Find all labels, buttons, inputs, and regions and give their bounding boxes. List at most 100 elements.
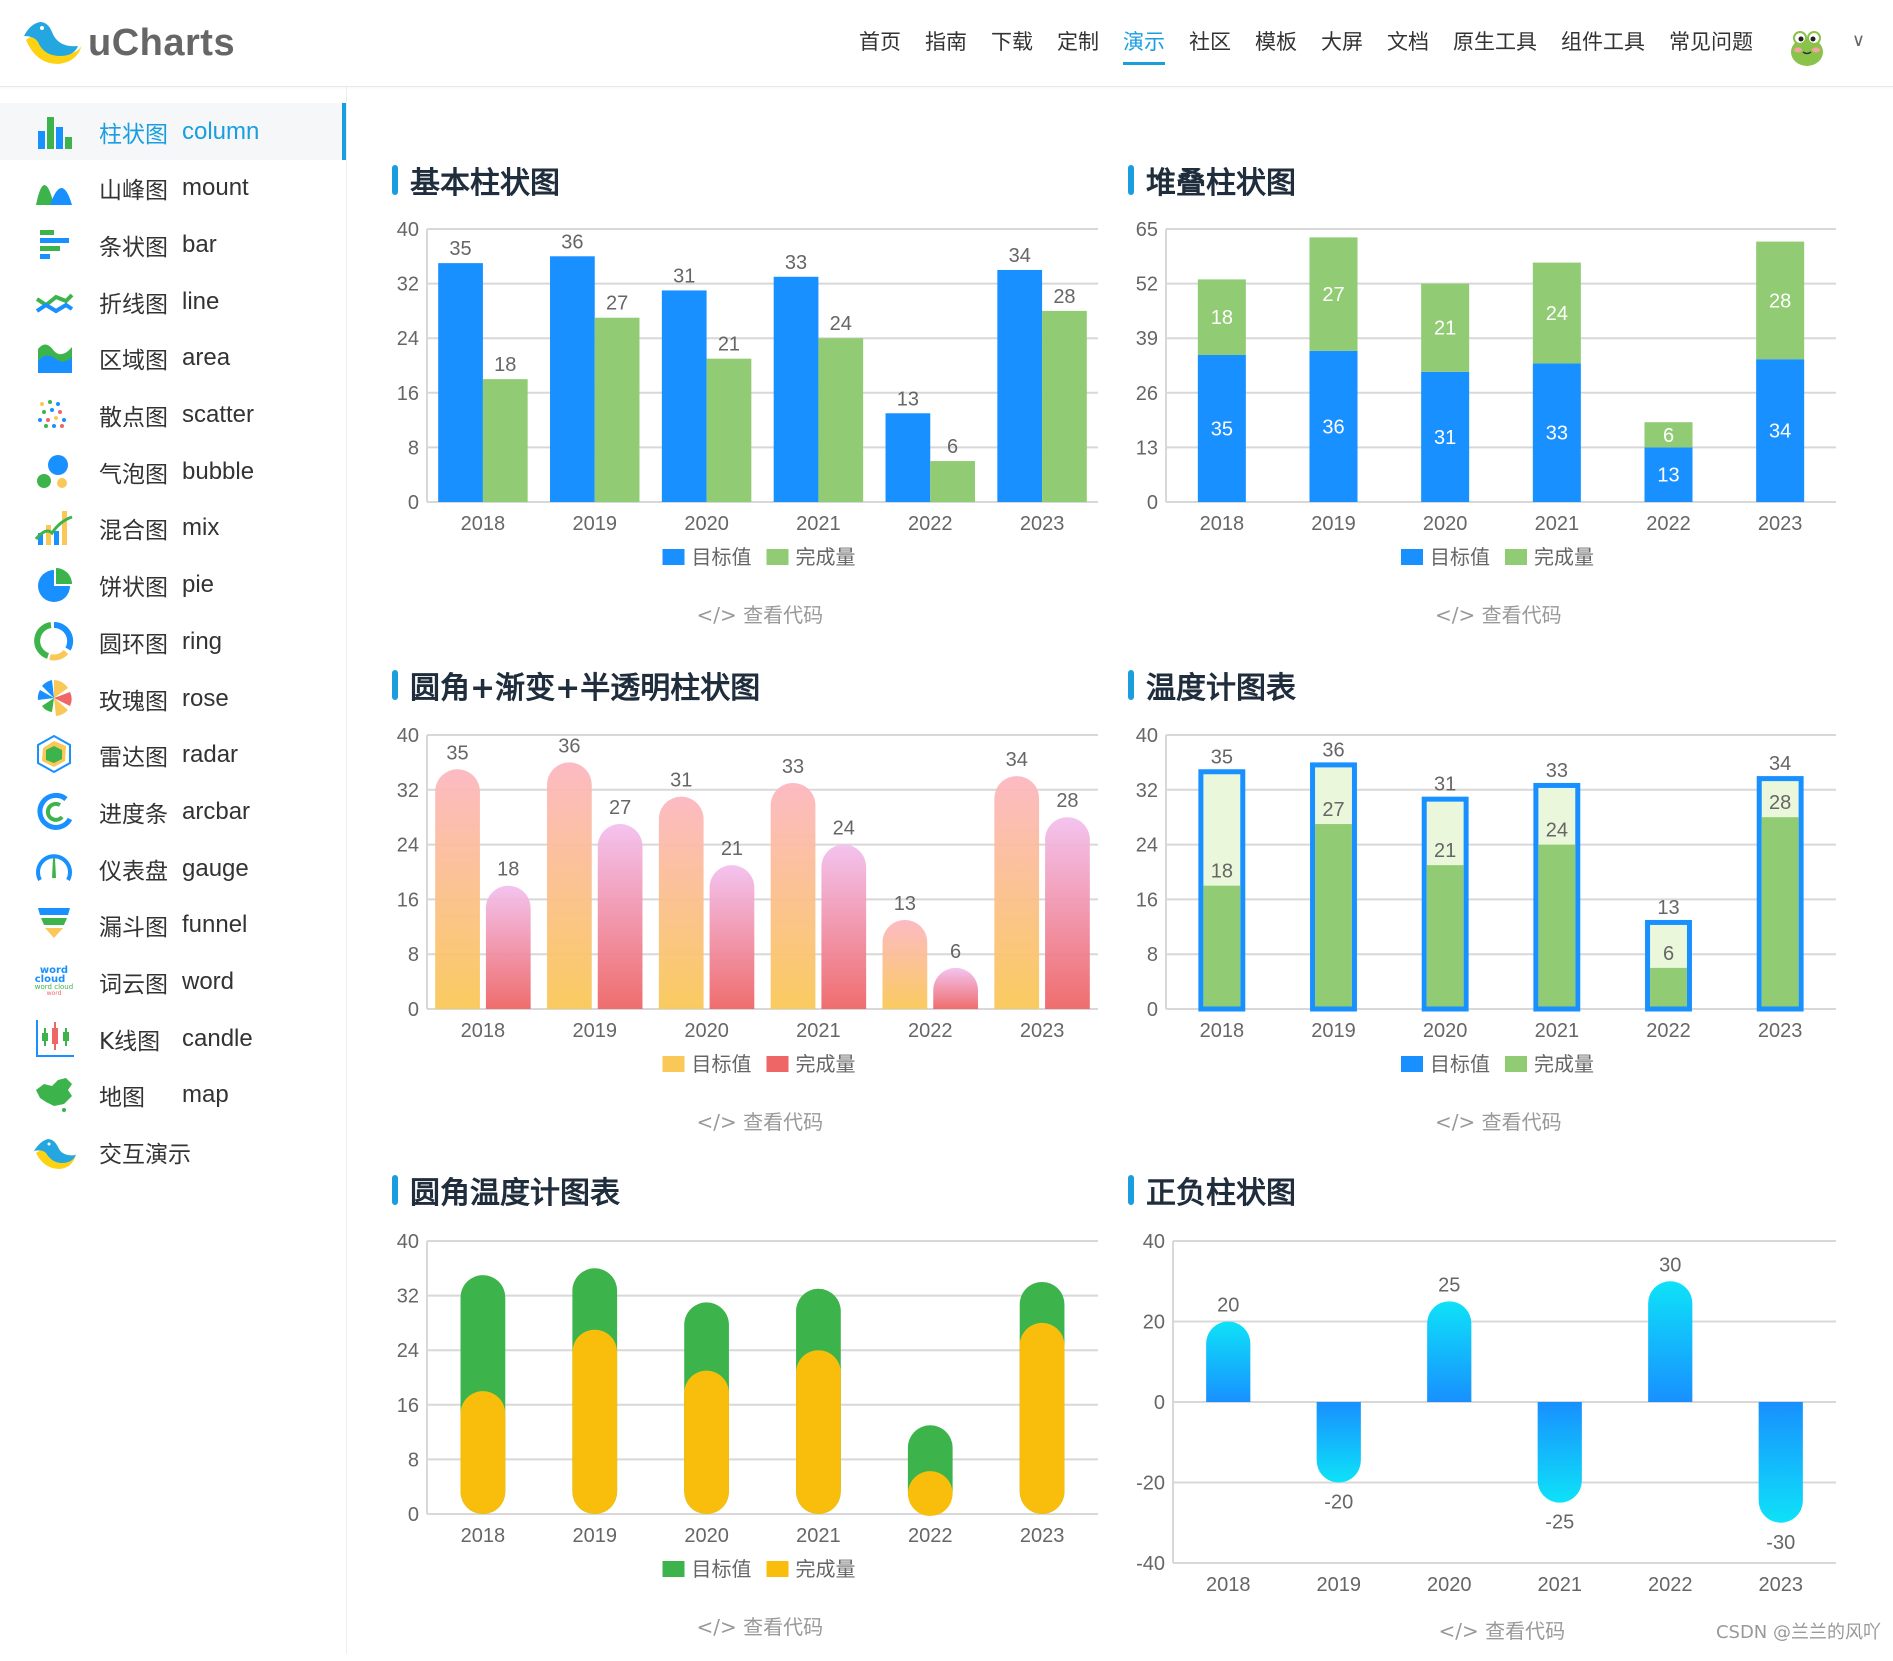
nav-item-6[interactable]: 模板 bbox=[1255, 26, 1297, 65]
sidebar-item-en-label: gauge bbox=[182, 855, 249, 883]
map-icon bbox=[34, 1074, 76, 1116]
svg-text:word: word bbox=[47, 990, 62, 997]
nav-item-5[interactable]: 社区 bbox=[1189, 26, 1231, 65]
sidebar-item-rose[interactable]: 玫瑰图rose bbox=[0, 670, 346, 727]
legend-swatch bbox=[1401, 1056, 1423, 1072]
data-label: 24 bbox=[833, 818, 855, 840]
bar-target bbox=[883, 920, 928, 1009]
sidebar-item-pie[interactable]: 饼状图pie bbox=[0, 557, 346, 614]
data-label: 31 bbox=[1434, 774, 1456, 796]
y-tick-label: 40 bbox=[397, 1231, 419, 1253]
sidebar-item-interactive-demo[interactable]: 交互演示 bbox=[0, 1124, 346, 1181]
data-label: 18 bbox=[497, 859, 519, 881]
bar-positive bbox=[1648, 1281, 1692, 1402]
x-tick-label: 2018 bbox=[461, 1020, 506, 1042]
chart-title: 基本柱状图 bbox=[392, 162, 560, 198]
sidebar-item-scatter[interactable]: 散点图scatter bbox=[0, 387, 346, 444]
sidebar-item-radar[interactable]: 雷达图radar bbox=[0, 727, 346, 784]
legend-label: 目标值 bbox=[692, 546, 752, 569]
radar-chart-icon bbox=[34, 734, 76, 776]
sidebar-item-ring[interactable]: 圆环图ring bbox=[0, 613, 346, 670]
nav-item-7[interactable]: 大屏 bbox=[1321, 26, 1363, 65]
nav-item-3[interactable]: 定制 bbox=[1057, 26, 1099, 65]
data-label: 36 bbox=[561, 231, 583, 253]
chevron-down-icon[interactable]: ∨ bbox=[1852, 30, 1865, 51]
bar-actual bbox=[933, 968, 978, 1009]
chart-title: 正负柱状图 bbox=[1128, 1172, 1296, 1208]
sidebar-item-area[interactable]: 区域图area bbox=[0, 330, 346, 387]
data-label: 33 bbox=[1546, 760, 1568, 782]
sidebar-item-map[interactable]: 地图map bbox=[0, 1067, 346, 1124]
view-code-link[interactable]: </> 查看代码 bbox=[697, 599, 824, 628]
nav-item-8[interactable]: 文档 bbox=[1387, 26, 1429, 65]
sidebar-item-word[interactable]: wordcloudword cloudword词云图word bbox=[0, 954, 346, 1011]
nav-item-11[interactable]: 常见问题 bbox=[1669, 26, 1753, 65]
view-code-link[interactable]: </> 查看代码 bbox=[1435, 599, 1562, 628]
sidebar-item-gauge[interactable]: 仪表盘 gauge bbox=[0, 840, 346, 897]
chart-legend: 目标值完成量 bbox=[1401, 546, 1594, 569]
y-tick-label: 16 bbox=[397, 889, 419, 911]
view-code-link[interactable]: </> 查看代码 bbox=[697, 1106, 824, 1135]
sidebar-item-line[interactable]: 折线图line bbox=[0, 273, 346, 330]
y-tick-label: 40 bbox=[397, 725, 419, 747]
data-label: 36 bbox=[1322, 416, 1344, 438]
bar-target bbox=[438, 263, 483, 502]
nav-item-0[interactable]: 首页 bbox=[859, 26, 901, 65]
x-tick-label: 2023 bbox=[1020, 1525, 1064, 1547]
sidebar-item-label: 饼状图 bbox=[99, 568, 168, 602]
bar-target bbox=[659, 797, 704, 1009]
nav-item-4[interactable]: 演示 bbox=[1123, 26, 1165, 65]
title-accent-bar bbox=[1128, 670, 1134, 700]
nav-item-1[interactable]: 指南 bbox=[925, 26, 967, 65]
sidebar-item-funnel[interactable]: 漏斗图funnel bbox=[0, 897, 346, 954]
data-label: 28 bbox=[1056, 790, 1078, 812]
sidebar-item-label: 地图 bbox=[99, 1078, 145, 1112]
sidebar-item-en-label: column bbox=[182, 118, 259, 146]
sidebar-item-label: 仪表盘 bbox=[99, 852, 168, 886]
logo[interactable]: uCharts bbox=[22, 18, 235, 68]
frog-avatar-icon[interactable] bbox=[1783, 22, 1831, 70]
nav-item-2[interactable]: 下载 bbox=[991, 26, 1033, 65]
legend-label: 完成量 bbox=[796, 1558, 856, 1581]
sidebar-item-candle[interactable]: K线图candle bbox=[0, 1010, 346, 1067]
y-tick-label: 0 bbox=[408, 1504, 419, 1526]
data-label: 21 bbox=[1434, 840, 1456, 862]
sidebar-item-mix[interactable]: 混合图mix bbox=[0, 500, 346, 557]
x-tick-label: 2018 bbox=[461, 1525, 506, 1547]
y-tick-label: 16 bbox=[397, 383, 419, 405]
y-tick-label: 8 bbox=[408, 437, 419, 459]
line-chart-icon bbox=[34, 281, 76, 323]
main-nav: 首页指南下载定制演示社区模板大屏文档原生工具组件工具常见问题 bbox=[835, 26, 1753, 65]
x-tick-label: 2021 bbox=[1538, 1574, 1583, 1596]
data-label: 36 bbox=[1322, 739, 1344, 761]
x-tick-label: 2019 bbox=[1311, 513, 1356, 535]
nav-item-10[interactable]: 组件工具 bbox=[1561, 26, 1645, 65]
x-tick-label: 2020 bbox=[684, 1525, 729, 1547]
bar-actual bbox=[710, 865, 755, 1009]
data-label: -25 bbox=[1545, 1512, 1574, 1534]
sidebar-item-bar[interactable]: 条状图bar bbox=[0, 216, 346, 273]
x-tick-label: 2020 bbox=[684, 513, 729, 535]
view-code-link[interactable]: </> 查看代码 bbox=[1435, 1106, 1562, 1135]
legend-swatch bbox=[767, 1561, 789, 1577]
nav-item-9[interactable]: 原生工具 bbox=[1453, 26, 1537, 65]
sidebar-item-bubble[interactable]: 气泡图bubble bbox=[0, 443, 346, 500]
chart-positive-negative: -40-200204020182019202020212022202320-20… bbox=[1118, 1221, 1878, 1661]
chart-rounded-gradient-column: 0816243240201820192020202120222023351836… bbox=[382, 715, 1142, 1155]
data-label: 36 bbox=[558, 735, 580, 757]
view-code-link[interactable]: </> 查看代码 bbox=[1439, 1615, 1566, 1644]
logo-text: uCharts bbox=[88, 22, 235, 65]
x-tick-label: 2021 bbox=[796, 1525, 841, 1547]
sidebar-item-arcbar[interactable]: 进度条arcbar bbox=[0, 783, 346, 840]
sidebar-item-en-label: scatter bbox=[182, 401, 254, 429]
sidebar-item-column[interactable]: 柱状图column bbox=[0, 103, 346, 160]
data-label: -20 bbox=[1324, 1492, 1353, 1514]
legend-swatch bbox=[1505, 549, 1527, 565]
view-code-link[interactable]: </> 查看代码 bbox=[697, 1611, 824, 1640]
legend-label: 目标值 bbox=[692, 1558, 752, 1581]
x-tick-label: 2022 bbox=[1648, 1574, 1693, 1596]
y-tick-label: 16 bbox=[397, 1395, 419, 1417]
sidebar-item-mount[interactable]: 山峰图mount bbox=[0, 160, 346, 217]
data-label: 24 bbox=[1546, 820, 1568, 842]
data-label: 21 bbox=[718, 334, 740, 356]
